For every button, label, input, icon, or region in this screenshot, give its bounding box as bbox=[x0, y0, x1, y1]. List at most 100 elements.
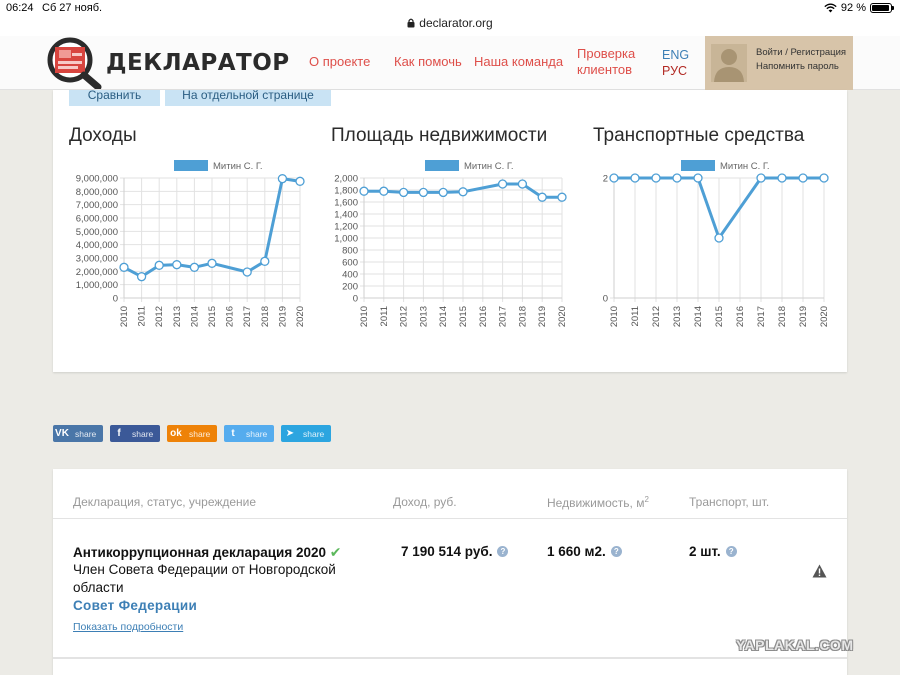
twitter-icon: t bbox=[231, 428, 235, 439]
x-tick-label: 2016 bbox=[735, 306, 746, 327]
x-tick-label: 2015 bbox=[458, 306, 469, 327]
x-tick-label: 2017 bbox=[756, 306, 767, 327]
x-tick-label: 2013 bbox=[672, 306, 683, 327]
data-point bbox=[154, 260, 164, 270]
y-tick-label: 0 bbox=[353, 294, 358, 305]
battery-icon bbox=[870, 3, 894, 13]
separate-page-button[interactable]: На отдельной странице bbox=[165, 89, 331, 106]
income-chart: Митин С. Г. 9,000,000 8,000,000 7,000,000 6,… bbox=[76, 160, 306, 327]
compare-button[interactable]: Сравнить bbox=[69, 89, 160, 106]
x-tick-label: 2017 bbox=[498, 306, 509, 327]
warning-icon[interactable] bbox=[812, 564, 827, 578]
nav-help[interactable]: Как помочь bbox=[394, 54, 462, 70]
transport-chart: Митин С. Г. 2 02010 2011 2012 2013 2014 2015 201… bbox=[603, 160, 830, 327]
share-label: share bbox=[189, 428, 211, 439]
remind-password-link[interactable]: Напомнить пароль bbox=[756, 60, 846, 74]
data-point bbox=[398, 187, 409, 198]
watermark: YAPLAKAL.COM bbox=[736, 637, 854, 653]
odnoklassniki-icon: ok bbox=[170, 428, 182, 439]
wifi-icon bbox=[824, 3, 837, 13]
x-tick-label: 2012 bbox=[399, 306, 410, 327]
facebook-icon: f bbox=[117, 428, 121, 439]
declaration-title[interactable]: Антикоррупционная декларация 2020 bbox=[73, 545, 326, 560]
share-label: share bbox=[246, 428, 268, 439]
income-chart-title: Доходы bbox=[69, 125, 137, 146]
login-box: Войти / Регистрация Напомнить пароль bbox=[705, 36, 853, 90]
y-tick-label: 600 bbox=[342, 258, 358, 269]
x-tick-label: 2011 bbox=[630, 306, 641, 326]
x-tick-label: 2014 bbox=[189, 306, 200, 327]
x-tick-label: 2010 bbox=[359, 306, 370, 327]
x-tick-label: 2010 bbox=[119, 306, 130, 327]
legend-label: Митин С. Г. bbox=[464, 161, 514, 172]
x-tick-label: 2012 bbox=[154, 306, 165, 327]
y-tick-label: 0 bbox=[603, 294, 608, 305]
login-link[interactable]: Войти / Регистрация bbox=[756, 46, 846, 60]
x-tick-label: 2015 bbox=[207, 306, 218, 327]
data-point bbox=[798, 173, 808, 183]
lock-icon bbox=[407, 18, 415, 28]
data-point bbox=[136, 272, 147, 282]
vk-icon: VK bbox=[55, 428, 69, 439]
table-row-divider bbox=[53, 657, 847, 659]
organization-link[interactable]: Совет Федерации bbox=[73, 598, 197, 613]
share-button-twitter[interactable]: t share bbox=[224, 425, 274, 442]
show-details-link[interactable]: Показать подробности bbox=[73, 621, 183, 633]
realty-value: 1 660 м2. ? bbox=[547, 544, 622, 559]
income-value: 7 190 514 руб. ? bbox=[401, 544, 509, 559]
x-tick-label: 2012 bbox=[651, 306, 662, 327]
share-button-odnoklassniki[interactable]: ok share bbox=[167, 425, 217, 442]
x-tick-label: 2019 bbox=[277, 306, 288, 327]
data-point bbox=[260, 256, 270, 266]
col-header-realty: Недвижимость, м2 bbox=[547, 495, 649, 510]
y-tick-label: 1,000,000 bbox=[76, 280, 118, 291]
y-tick-label: 400 bbox=[342, 270, 358, 281]
data-point bbox=[277, 174, 288, 184]
x-tick-label: 2014 bbox=[693, 306, 704, 327]
x-tick-label: 2020 bbox=[557, 306, 568, 327]
realty-help-icon[interactable]: ? bbox=[610, 546, 622, 557]
share-label: share bbox=[132, 428, 154, 439]
y-tick-label: 6,000,000 bbox=[76, 214, 118, 225]
data-point bbox=[777, 173, 787, 183]
data-point bbox=[756, 173, 766, 183]
transport-chart-title: Транспортные средства bbox=[593, 125, 805, 146]
nav-team[interactable]: Наша команда bbox=[474, 54, 563, 70]
y-tick-label: 4,000,000 bbox=[76, 240, 118, 251]
nav-about[interactable]: О проекте bbox=[309, 54, 370, 70]
share-button-facebook[interactable]: f share bbox=[110, 425, 160, 442]
x-tick-label: 2016 bbox=[225, 306, 236, 327]
address-bar[interactable]: declarator.org bbox=[0, 16, 900, 36]
y-tick-label: 7,000,000 bbox=[76, 200, 118, 211]
position-line-2: области bbox=[73, 580, 124, 595]
data-point bbox=[189, 262, 200, 272]
nav-check-clients[interactable]: Проверка клиентов bbox=[577, 46, 647, 78]
status-right: 92 % bbox=[824, 2, 894, 14]
income-help-icon[interactable]: ? bbox=[497, 546, 509, 557]
x-tick-label: 2017 bbox=[242, 306, 253, 327]
table-row: Антикоррупционная декларация 2020 ✔ bbox=[73, 544, 342, 561]
x-tick-label: 2011 bbox=[379, 306, 390, 326]
site-header: ДЕКЛАРАТОР О проекте Как помочь Наша ком… bbox=[0, 36, 900, 90]
x-tick-label: 2013 bbox=[418, 306, 429, 327]
legend-swatch bbox=[174, 160, 208, 171]
x-tick-label: 2016 bbox=[478, 306, 489, 327]
x-tick-label: 2013 bbox=[172, 306, 183, 327]
y-tick-label: 0 bbox=[113, 294, 118, 305]
data-point bbox=[172, 260, 182, 270]
verified-check-icon: ✔ bbox=[329, 544, 342, 560]
realty-chart: Митин С. Г. 2,0001,8001,6001,4001,2001,00… bbox=[334, 160, 568, 327]
share-button-telegram[interactable]: ➤ share bbox=[281, 425, 331, 442]
lang-en[interactable]: ENG bbox=[662, 48, 689, 62]
data-point bbox=[672, 173, 682, 183]
x-tick-label: 2020 bbox=[295, 306, 306, 327]
legend-label: Митин С. Г. bbox=[720, 161, 770, 172]
logo[interactable]: ДЕКЛАРАТОР bbox=[46, 37, 290, 89]
transport-help-icon[interactable]: ? bbox=[725, 546, 737, 557]
status-bar: 06:24 Сб 27 нояб. 92 % bbox=[0, 0, 900, 16]
lang-ru[interactable]: РУС bbox=[662, 64, 687, 78]
share-button-vk[interactable]: VK share bbox=[53, 425, 103, 442]
realty-chart-title: Площадь недвижимости bbox=[331, 125, 548, 146]
battery-percent: 92 % bbox=[840, 2, 866, 14]
data-point bbox=[242, 267, 252, 277]
